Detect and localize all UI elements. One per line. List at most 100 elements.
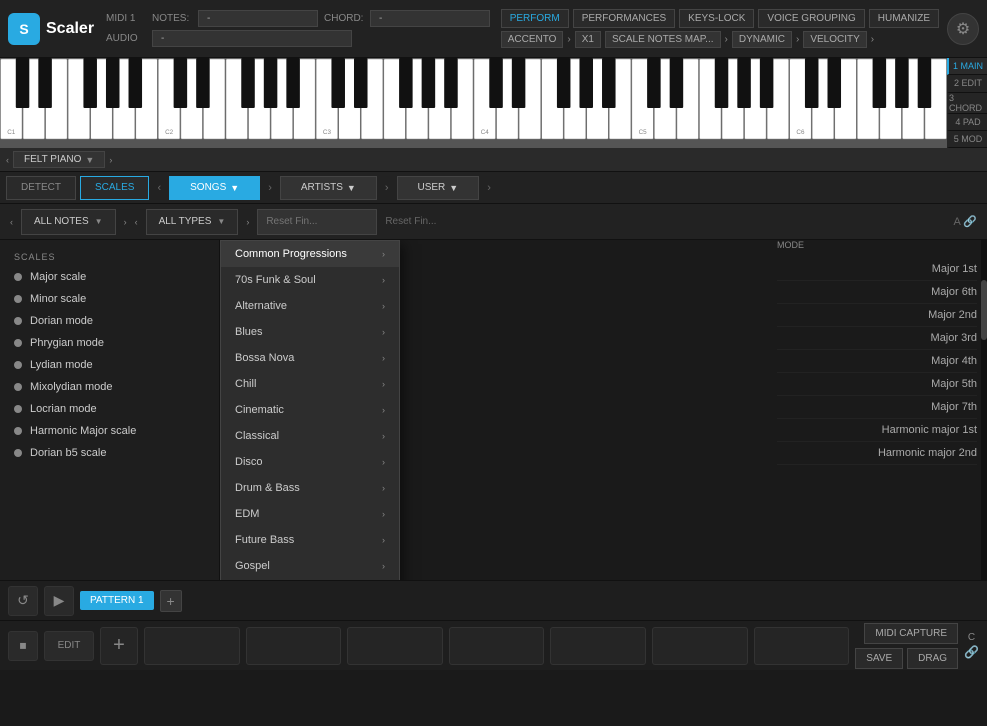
all-notes-prev[interactable]: ‹ <box>10 217 13 227</box>
dropdown-item-70s-funk[interactable]: 70s Funk & Soul › <box>221 267 399 293</box>
side-tabs: 1 MAIN 2 EDIT 3 CHORD 4 PAD 5 MOD <box>947 58 987 148</box>
performances-btn[interactable]: PERFORMANCES <box>573 9 675 28</box>
link-icon[interactable]: A 🔗 <box>954 215 977 228</box>
add-chord-btn[interactable]: + <box>100 627 138 665</box>
scale-item-dorian-b5[interactable]: Dorian b5 scale <box>0 442 219 464</box>
all-types-prev[interactable]: ‹ <box>135 217 138 227</box>
scale-item-harmonic-major[interactable]: Harmonic Major scale <box>0 420 219 442</box>
dropdown-item-cinematic[interactable]: Cinematic › <box>221 397 399 423</box>
piano-keyboard[interactable]: C1C2C3C4C5C6 <box>0 58 947 148</box>
dropdown-arrow: › <box>382 327 385 337</box>
chord-slot-3[interactable] <box>347 627 443 665</box>
reset-btn[interactable]: Reset Fin... <box>385 216 436 227</box>
chord-slot-2[interactable] <box>246 627 342 665</box>
bottom-controls: ⏹ EDIT + MIDI CAPTURE SAVE DRAG C 🔗 <box>0 620 987 670</box>
drag-btn[interactable]: DRAG <box>907 648 958 669</box>
dropdown-item-edm[interactable]: EDM › <box>221 501 399 527</box>
user-tab[interactable]: USER ▼ <box>397 176 480 200</box>
scale-item-mixolydian[interactable]: Mixolydian mode <box>0 376 219 398</box>
dropdown-item-disco[interactable]: Disco › <box>221 449 399 475</box>
all-types-btn[interactable]: ALL TYPES ▼ <box>146 209 239 235</box>
dropdown-arrow: › <box>382 431 385 441</box>
chord-slot-5[interactable] <box>550 627 646 665</box>
midi-capture-btn[interactable]: MIDI CAPTURE <box>864 623 958 644</box>
dropdown-item-future-bass[interactable]: Future Bass › <box>221 527 399 553</box>
tab-pad[interactable]: 4 PAD <box>947 114 987 131</box>
dropdown-item-classical[interactable]: Classical › <box>221 423 399 449</box>
mode-item-2: Major 6th <box>777 281 977 304</box>
songs-prev-arrow[interactable]: ‹ <box>153 182 165 194</box>
scale-item-major[interactable]: Major scale <box>0 266 219 288</box>
scales-btn[interactable]: SCALES <box>80 176 149 200</box>
voice-grouping-btn[interactable]: VOICE GROUPING <box>758 9 864 28</box>
dropdown-item-hip-hop[interactable]: Hip Hop › <box>221 579 399 580</box>
scale-dot <box>14 273 22 281</box>
scale-item-locrian[interactable]: Locrian mode <box>0 398 219 420</box>
search-input[interactable] <box>257 209 377 235</box>
all-types-label: ALL TYPES <box>159 216 212 227</box>
songs-dropdown-menu: Common Progressions › 70s Funk & Soul › … <box>220 240 400 580</box>
dropdown-item-common-progressions[interactable]: Common Progressions › <box>221 241 399 267</box>
dropdown-item-chill[interactable]: Chill › <box>221 371 399 397</box>
tab-main[interactable]: 1 MAIN <box>947 58 987 75</box>
scale-item-lydian[interactable]: Lydian mode <box>0 354 219 376</box>
play-btn[interactable]: ▶ <box>44 586 74 616</box>
pattern-add-btn[interactable]: + <box>160 590 182 612</box>
logo-icon: S <box>8 13 40 45</box>
dynamic-btn[interactable]: DYNAMIC <box>732 31 792 48</box>
top-row-midi: MIDI 1 NOTES: - CHORD: - <box>106 10 493 27</box>
chord-slot-1[interactable] <box>144 627 240 665</box>
dropdown-item-blues[interactable]: Blues › <box>221 319 399 345</box>
felt-piano-btn[interactable]: FELT PIANO ▼ <box>13 151 105 168</box>
tab-mod[interactable]: 5 MOD <box>947 131 987 148</box>
edit-btn: EDIT <box>44 631 94 661</box>
mode-item-9: Harmonic major 2nd <box>777 442 977 465</box>
all-notes-btn[interactable]: ALL NOTES ▼ <box>21 209 116 235</box>
velocity-btn[interactable]: VELOCITY <box>803 31 866 48</box>
chord-value[interactable]: - <box>370 10 490 27</box>
scrollbar-thumb[interactable] <box>981 280 987 340</box>
notes-value[interactable]: - <box>198 10 318 27</box>
link-c-icon[interactable]: 🔗 <box>964 645 979 659</box>
x1-btn[interactable]: X1 <box>575 31 601 48</box>
artists-arrow: ▼ <box>347 183 356 193</box>
songs-tab[interactable]: SONGS ▼ <box>169 176 260 200</box>
chord-slot-4[interactable] <box>449 627 545 665</box>
audio-value[interactable]: - <box>152 30 352 47</box>
detect-btn[interactable]: DETECT <box>6 176 76 200</box>
scale-notes-btn[interactable]: SCALE NOTES MAP... <box>605 31 721 48</box>
dropdown-item-bossa-nova[interactable]: Bossa Nova › <box>221 345 399 371</box>
chord-slot-6[interactable] <box>652 627 748 665</box>
scale-item-phrygian[interactable]: Phrygian mode <box>0 332 219 354</box>
artists-next-arrow[interactable]: › <box>381 182 393 194</box>
felt-piano-next[interactable]: › <box>109 155 112 165</box>
save-btn[interactable]: SAVE <box>855 648 903 669</box>
scale-item-minor[interactable]: Minor scale <box>0 288 219 310</box>
scale-item-dorian[interactable]: Dorian mode <box>0 310 219 332</box>
artists-tab[interactable]: ARTISTS ▼ <box>280 176 377 200</box>
pattern-1-btn[interactable]: PATTERN 1 <box>80 591 154 610</box>
dropdown-item-gospel[interactable]: Gospel › <box>221 553 399 579</box>
settings-btn[interactable]: ⚙ <box>947 13 979 45</box>
tab-edit[interactable]: 2 EDIT <box>947 75 987 92</box>
keys-lock-btn[interactable]: KEYS-LOCK <box>679 9 754 28</box>
user-next-arrow[interactable]: › <box>483 182 495 194</box>
scale-name: Phrygian mode <box>30 337 104 349</box>
songs-next-arrow[interactable]: › <box>264 182 276 194</box>
chord-slot-7[interactable] <box>754 627 850 665</box>
all-types-next[interactable]: › <box>246 217 249 227</box>
dropdown-item-alternative[interactable]: Alternative › <box>221 293 399 319</box>
stop-btn[interactable]: ⏹ <box>8 631 38 661</box>
tab-chord[interactable]: 3 CHORD <box>947 93 987 114</box>
dropdown-arrow: › <box>382 405 385 415</box>
dropdown-item-drum-bass[interactable]: Drum & Bass › <box>221 475 399 501</box>
humanize-btn[interactable]: HUMANIZE <box>869 9 939 28</box>
scale-dot <box>14 317 22 325</box>
all-notes-next[interactable]: › <box>124 217 127 227</box>
perform-btn[interactable]: PERFORM <box>501 9 569 28</box>
app-name: Scaler <box>46 20 94 38</box>
felt-piano-prev[interactable]: ‹ <box>6 155 9 165</box>
accento-btn[interactable]: ACCENTO <box>501 31 564 48</box>
loop-btn[interactable]: ↺ <box>8 586 38 616</box>
svg-text:C1: C1 <box>7 129 16 136</box>
